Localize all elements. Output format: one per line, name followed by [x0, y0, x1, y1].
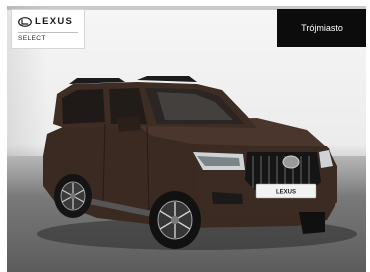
brand-logo-card[interactable]: LEXUS SELECT	[11, 9, 85, 49]
brand-wordmark: LEXUS	[35, 16, 74, 27]
brand-sub-label: SELECT	[18, 35, 46, 42]
brand-divider	[18, 32, 78, 33]
rear-wheel	[54, 174, 92, 218]
location-button[interactable]: Trójmiasto	[277, 9, 366, 47]
front-wheel	[149, 191, 201, 249]
plate-text: LEXUS	[276, 190, 296, 196]
brand-row: LEXUS	[18, 16, 73, 27]
lexus-logo-icon	[18, 16, 32, 27]
front-right-wheel	[299, 212, 325, 234]
location-button-label: Trójmiasto	[301, 23, 343, 33]
listing-photo-frame: LEXUS LEXUS SELECT Trójmiasto	[7, 6, 366, 272]
